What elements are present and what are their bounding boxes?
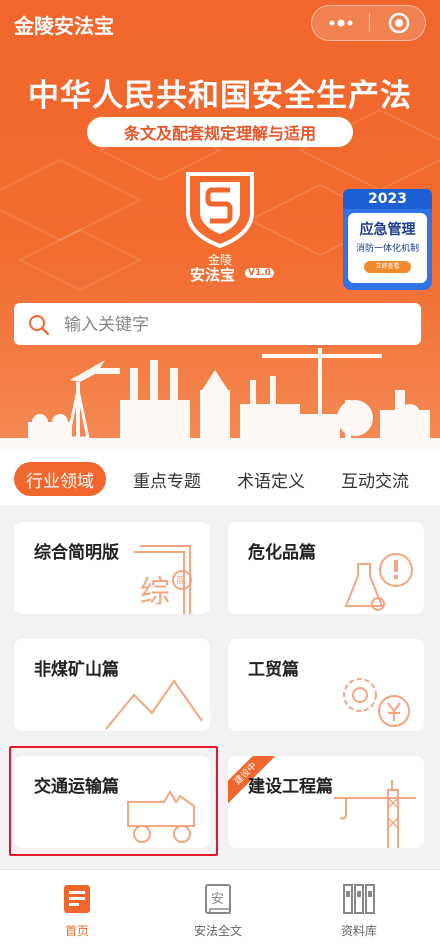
target-circle-icon[interactable] [370,6,427,40]
bottom-navigation: 首页 安 安法全文 资料库 [0,869,440,946]
promo-subtitle: 消防一体化机制 [355,244,419,254]
category-tabs: 行业领域 重点专题 术语定义 互动交流 [0,450,440,505]
card-label: 危化品篇 [248,543,316,563]
app-title: 金陵安法宝 [14,14,114,38]
book-glyph: 综 [140,575,170,610]
tab-interaction[interactable]: 互动交流 [330,462,420,496]
logo-text-line2: 安法宝 [190,266,236,284]
card-comprehensive[interactable]: 综合简明版 综 简 [14,522,210,614]
promo-title: 应急管理 [359,222,416,238]
card-construction[interactable]: 建设中 建设工程篇 [228,756,424,848]
mountain-icon [105,679,203,730]
search-icon [29,315,50,336]
tower-crane-icon [334,780,416,848]
nav-label: 首页 [64,924,89,938]
nav-home[interactable]: 首页 [37,882,117,939]
binders-icon [343,884,375,914]
shield-logo-icon [186,172,254,248]
promo-badge[interactable]: 2023 应急管理 消防一体化机制 立即查看 [343,189,432,290]
home-doc-icon [64,885,90,913]
title-bar: 金陵安法宝 [0,0,440,48]
search-input[interactable] [62,309,406,341]
card-hazardous-chemicals[interactable]: 危化品篇 [228,522,424,614]
hero-banner: 金陵安法宝 中华人民共和国安全生产法 条文及配套规定理解与适用 金陵 安法宝 V… [0,0,440,450]
card-industry-trade[interactable]: 工贸篇 [228,639,424,731]
gear-yen-icon [343,678,410,727]
selection-highlight-box [9,746,218,856]
mini-program-capsule [311,5,426,41]
flask-warning-icon [344,553,413,611]
card-non-coal-mines[interactable]: 非煤矿山篇 [14,639,210,731]
book-icon: 综 简 [134,545,192,614]
nav-library[interactable]: 资料库 [319,882,399,939]
nav-label: 资料库 [340,924,377,938]
law-book-glyph: 安 [211,892,224,907]
card-label: 建设工程篇 [248,777,333,797]
promo-body: 应急管理 消防一体化机制 立即查看 [343,209,432,290]
law-book-icon: 安 [205,884,231,914]
tab-term-definitions[interactable]: 术语定义 [226,462,316,496]
tab-industry[interactable]: 行业领域 [14,462,106,496]
card-label: 工贸篇 [248,660,299,680]
subtitle-pill: 条文及配套规定理解与适用 [87,117,353,147]
industrial-skyline-illustration [0,348,440,450]
card-label: 综合简明版 [34,543,119,563]
nav-label: 安法全文 [193,924,242,938]
promo-button[interactable]: 立即查看 [364,261,411,273]
logo-version-badge: V1.0 [245,268,274,278]
promo-year: 2023 [343,189,432,209]
promo-card: 应急管理 消防一体化机制 立即查看 [348,213,427,283]
page-title: 中华人民共和国安全生产法 [28,78,412,114]
nav-law-full-text[interactable]: 安 安法全文 [178,882,258,939]
book-badge-glyph: 简 [176,574,186,587]
tab-key-topics[interactable]: 重点专题 [122,462,212,496]
search-bar[interactable] [14,303,421,345]
more-dots-icon[interactable] [312,6,369,40]
